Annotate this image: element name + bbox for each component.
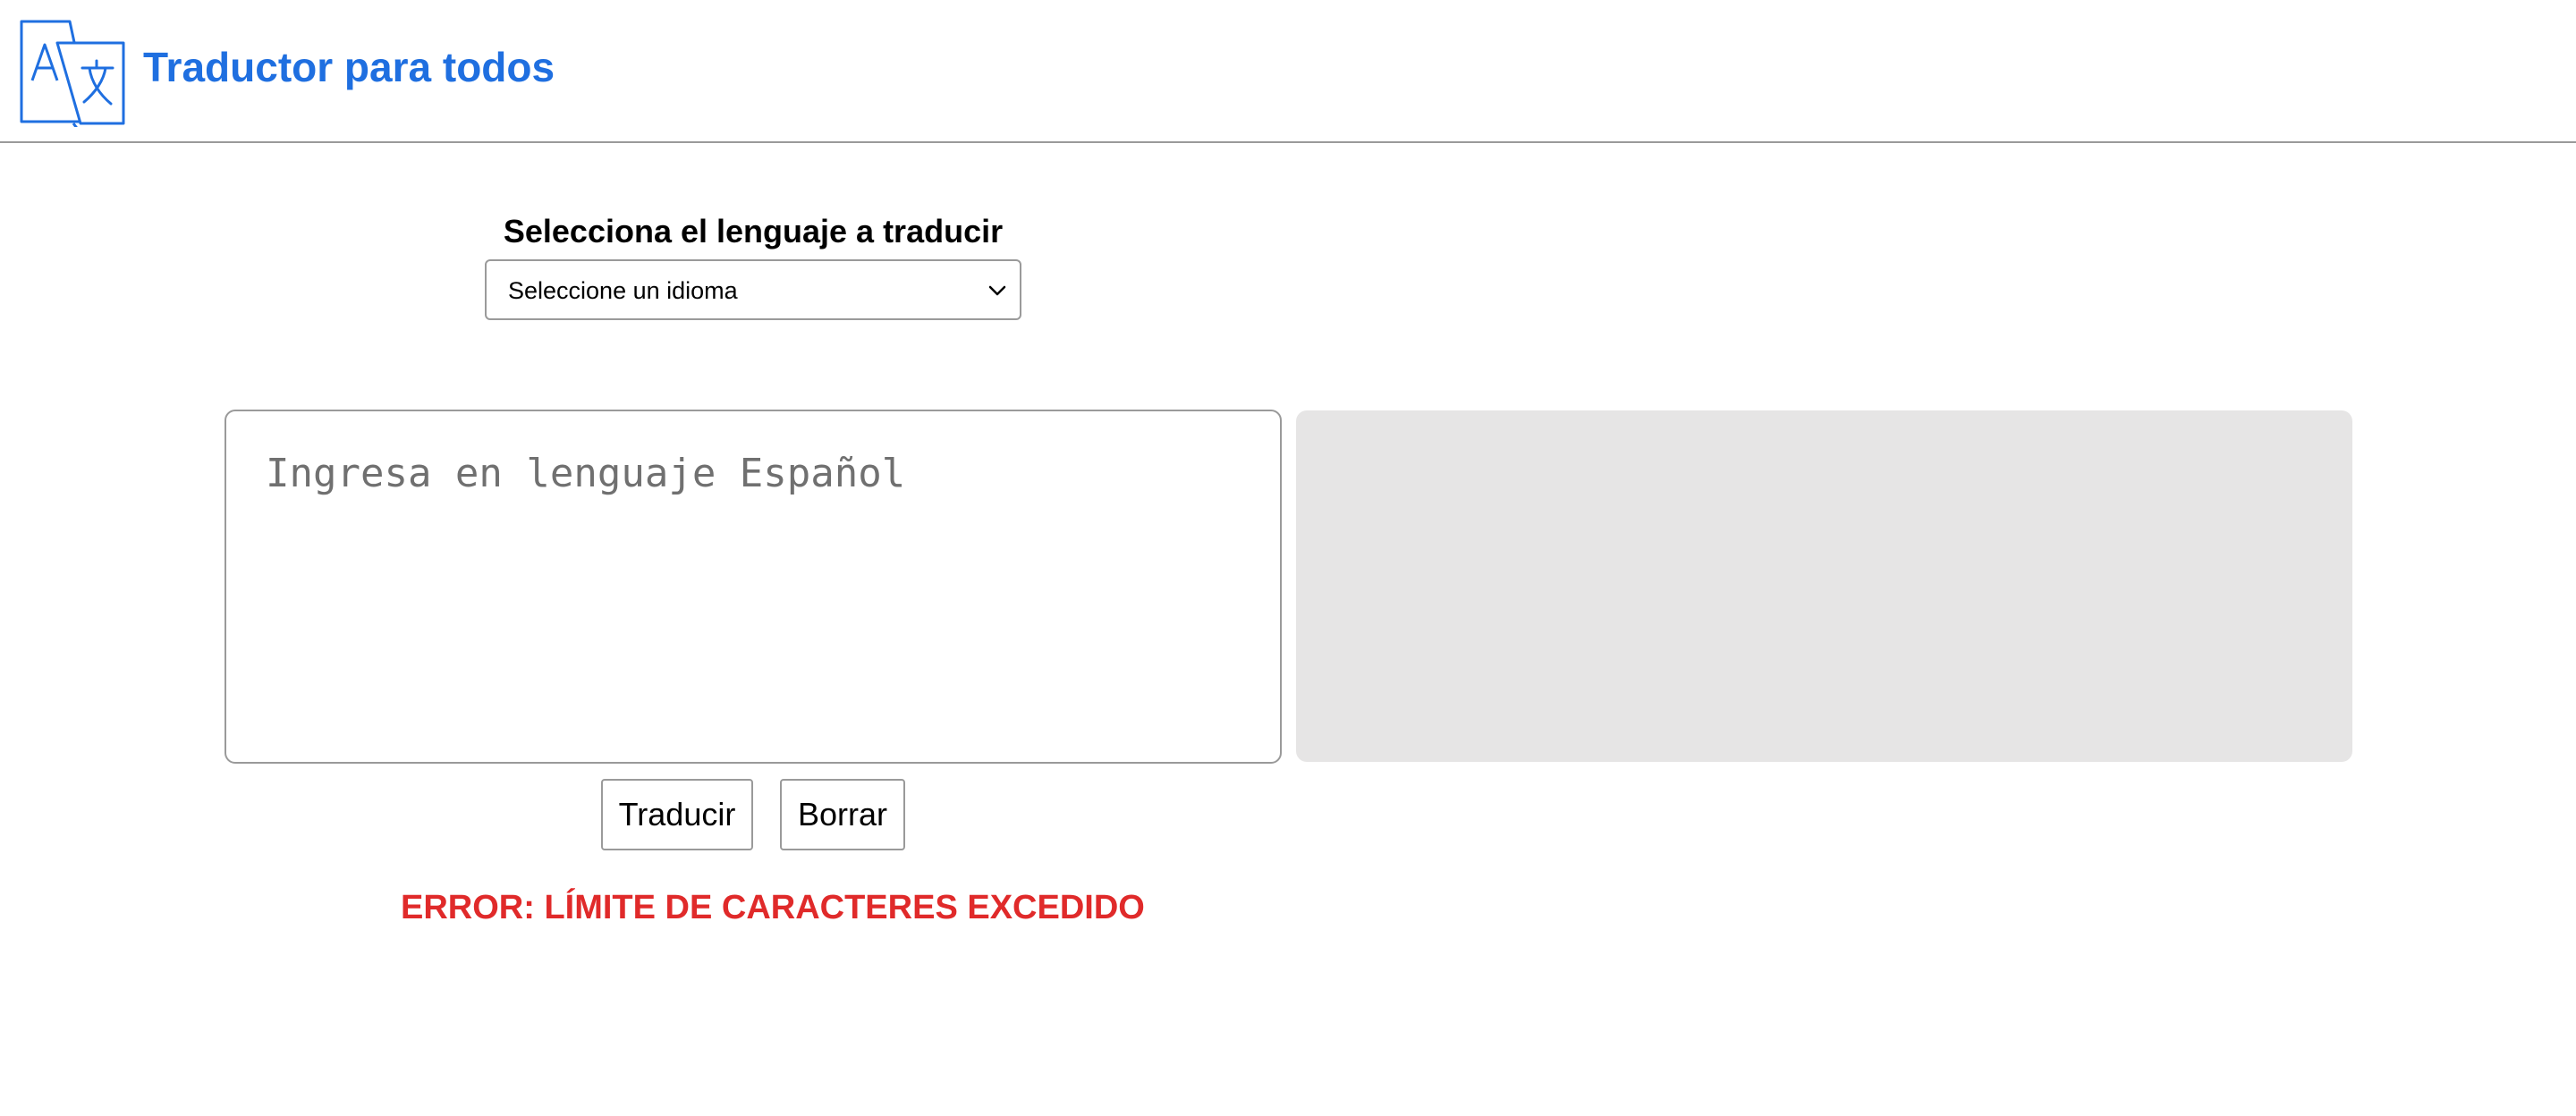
translate-button[interactable]: Traducir	[601, 779, 753, 850]
app-title: Traductor para todos	[143, 44, 555, 90]
language-label: Selecciona el lenguaje a traducir	[503, 213, 1004, 249]
source-text-placeholder: Ingresa en lenguaje Español	[266, 451, 906, 496]
clear-button[interactable]: Borrar	[780, 779, 905, 850]
error-message: ERROR: LÍMITE DE CARACTERES EXCEDIDO	[401, 889, 1145, 926]
language-select[interactable]: Seleccione un idioma	[485, 259, 1021, 320]
translate-icon	[20, 20, 125, 127]
app-header: Traductor para todos	[0, 0, 2576, 143]
chevron-down-icon	[988, 285, 1006, 296]
language-select-value: Seleccione un idioma	[508, 277, 738, 304]
translation-output	[1296, 410, 2352, 762]
source-text-input[interactable]: Ingresa en lenguaje Español	[225, 410, 1282, 764]
